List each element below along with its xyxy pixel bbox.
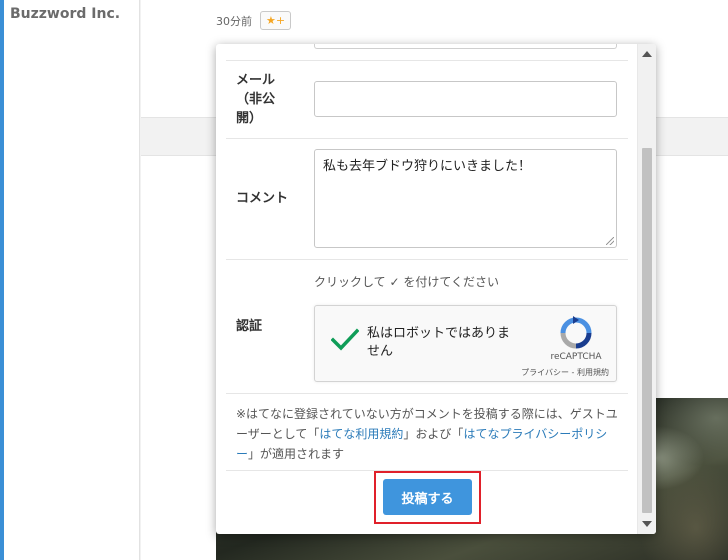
auth-label: 認証: [236, 319, 263, 334]
divider: [226, 60, 628, 61]
divider: [226, 393, 628, 394]
name-field[interactable]: [314, 44, 617, 49]
comment-form-dialog: メール （非公 開） コメント 私も去年ブドウ狩りにいきました！ クリックして …: [216, 44, 656, 534]
divider: [226, 259, 628, 260]
blog-title[interactable]: Buzzword Inc.: [10, 6, 120, 22]
recaptcha-logo-icon: [560, 316, 592, 349]
recaptcha-link-separator: -: [569, 368, 577, 377]
comment-textarea[interactable]: 私も去年ブドウ狩りにいきました！: [314, 149, 617, 248]
comment-text: 私も去年ブドウ狩りにいきました！: [323, 159, 532, 174]
resize-handle-icon[interactable]: [606, 237, 614, 245]
add-star-button[interactable]: ★+: [260, 11, 291, 30]
comment-label: コメント: [236, 191, 289, 206]
auth-hint: クリックして ✓ を付けてください: [314, 275, 499, 289]
terms-link[interactable]: はてな利用規約: [319, 427, 403, 441]
submit-button[interactable]: 投稿する: [383, 479, 472, 515]
divider: [226, 138, 628, 139]
mail-field[interactable]: [314, 81, 617, 117]
recaptcha-links: プライバシー - 利用規約: [491, 367, 609, 378]
notice-text: 」が適用されます: [248, 447, 345, 461]
recaptcha-brand: reCAPTCHA: [550, 352, 602, 362]
recaptcha-checkbox-label[interactable]: 私はロボットではありません: [367, 325, 517, 361]
recaptcha-privacy-link[interactable]: プライバシー: [521, 368, 569, 377]
sidebar: Buzzword Inc.: [4, 0, 140, 560]
guest-notice: ※はてなに登録されていない方がコメントを投稿する際には、ゲストユーザーとして「は…: [236, 404, 622, 464]
checkmark-icon[interactable]: [331, 328, 359, 352]
recaptcha-widget: 私はロボットではありません reCAPTCHA プライバシー - 利用規約: [314, 305, 617, 382]
scroll-down-arrow-icon[interactable]: [642, 521, 652, 527]
scrollbar-thumb[interactable]: [642, 148, 652, 513]
entry-time: 30分前: [216, 15, 252, 28]
recaptcha-terms-link[interactable]: 利用規約: [577, 368, 609, 377]
scrollbar[interactable]: [637, 44, 656, 534]
mail-label: メール （非公 開）: [236, 73, 276, 126]
scroll-up-arrow-icon[interactable]: [642, 51, 652, 57]
notice-text: 」および「: [403, 427, 464, 441]
